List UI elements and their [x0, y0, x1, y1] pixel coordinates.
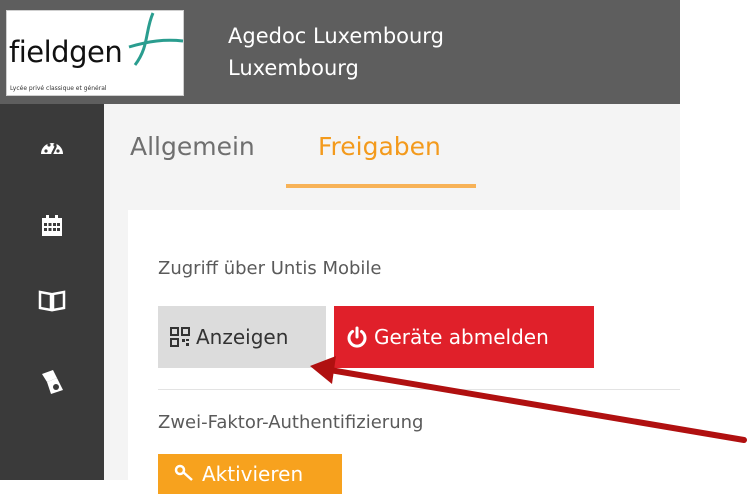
- section-divider: [158, 389, 680, 390]
- sidebar-item-calendar[interactable]: [34, 208, 70, 244]
- logo-text: fieldgen: [9, 35, 123, 69]
- sidebar-item-dashboard[interactable]: [34, 130, 70, 166]
- sidebar-item-book[interactable]: [34, 282, 70, 318]
- school-logo: fieldgen Lycée privé classique et généra…: [6, 10, 184, 96]
- tab-allgemein[interactable]: Allgemein: [130, 132, 255, 161]
- power-icon: [347, 326, 367, 348]
- logo-subtitle: Lycée privé classique et général: [10, 85, 107, 92]
- school-city: Luxembourg: [228, 56, 359, 80]
- sharing-card: Zugriff über Untis Mobile Anzeigen Gerät…: [128, 210, 680, 494]
- dashboard-icon: [41, 143, 63, 155]
- hand-stamp-icon: [42, 370, 63, 394]
- activate-button-label: Aktivieren: [202, 462, 304, 486]
- calendar-icon: [42, 215, 62, 236]
- tab-bar: Allgemein Freigaben: [104, 104, 680, 188]
- two-factor-label: Zwei-Faktor-Authentifizierung: [158, 412, 424, 433]
- active-tab-indicator: [286, 184, 476, 188]
- book-icon: [38, 290, 66, 312]
- sidebar: [0, 104, 104, 480]
- logo-mark-icon: [128, 12, 184, 66]
- activate-2fa-button[interactable]: Aktivieren: [158, 454, 342, 494]
- school-name: Agedoc Luxembourg: [228, 24, 444, 48]
- show-button-label: Anzeigen: [196, 325, 289, 349]
- key-icon: [174, 464, 193, 481]
- show-qr-button[interactable]: Anzeigen: [158, 306, 326, 368]
- mobile-access-label: Zugriff über Untis Mobile: [158, 258, 382, 279]
- qr-code-icon: [170, 327, 190, 347]
- logout-devices-button[interactable]: Geräte abmelden: [334, 306, 594, 368]
- app-header: fieldgen Lycée privé classique et généra…: [0, 0, 680, 104]
- logout-button-label: Geräte abmelden: [374, 325, 549, 349]
- tab-freigaben[interactable]: Freigaben: [318, 132, 441, 161]
- main-content: Allgemein Freigaben Zugriff über Untis M…: [104, 104, 680, 494]
- sidebar-item-stamp[interactable]: [34, 364, 70, 400]
